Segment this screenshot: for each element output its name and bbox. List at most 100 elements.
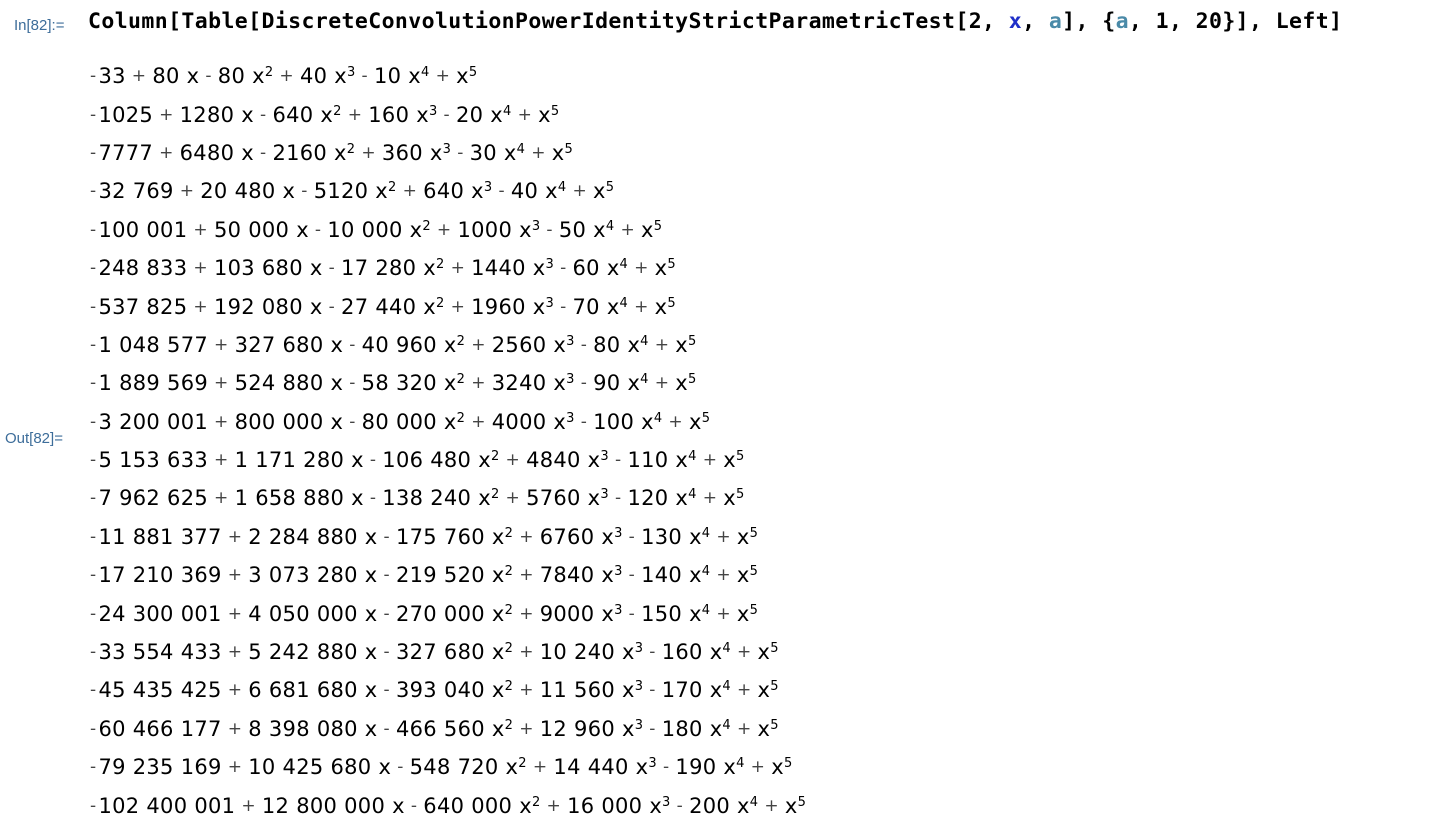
operator-sign: -	[301, 181, 308, 202]
polynomial-term: 12 960 x3	[539, 716, 644, 741]
operator-sign: -	[498, 181, 505, 202]
polynomial-term: 160 x3	[368, 102, 438, 127]
polynomial-term: 79 235 169	[98, 755, 222, 780]
polynomial-term: x5	[654, 294, 676, 319]
polynomial-term: 3 073 280 x	[248, 563, 378, 588]
operator-sign: +	[471, 334, 486, 355]
operator-sign: +	[347, 104, 363, 125]
operator-sign: -	[328, 296, 336, 317]
polynomial-term: 40 960 x2	[361, 332, 466, 357]
polynomial-term: 70 x4	[572, 294, 629, 319]
polynomial-term: 138 240 x2	[382, 486, 500, 511]
output-column[interactable]: -33 +80 x -80 x2 +40 x3-10 x4 + x5-1025 +1280 …	[90, 57, 806, 825]
operator-sign: +	[546, 795, 562, 816]
polynomial-term: 180 x4	[661, 716, 731, 741]
polynomial-term: x5	[723, 448, 745, 473]
polynomial-term: 12 800 000 x	[261, 793, 405, 818]
polynomial-term: 1 889 569	[98, 371, 209, 396]
operator-sign: -	[361, 66, 368, 87]
polynomial-term: 3 200 001	[98, 409, 209, 434]
operator-sign: +	[505, 488, 521, 509]
operator-sign: -	[90, 219, 97, 240]
operator-sign: +	[634, 258, 649, 279]
polynomial-term: 327 680 x	[234, 332, 344, 357]
polynomial-term: 548 720 x2	[409, 755, 527, 780]
input-text-part1: Column[Table[DiscreteConvolutionPowerIde…	[88, 9, 1009, 34]
operator-sign: -	[580, 373, 588, 394]
operator-sign: +	[436, 219, 452, 240]
operator-sign: +	[193, 258, 208, 279]
operator-sign: +	[519, 565, 534, 586]
polynomial-term: 1025	[98, 102, 154, 127]
operator-sign: +	[450, 296, 466, 317]
polynomial-term: 640 x2	[272, 102, 342, 127]
polynomial-term: 17 280 x2	[341, 256, 445, 281]
operator-sign: -	[615, 488, 622, 509]
polynomial-term: 80 x	[152, 64, 200, 89]
polynomial-term: 7 962 625	[98, 486, 209, 511]
operator-sign: -	[90, 718, 97, 739]
operator-sign: -	[90, 526, 97, 547]
input-text-part3: ], {	[1062, 9, 1116, 34]
polynomial-term: 40 x4	[510, 179, 567, 204]
operator-sign: -	[205, 66, 212, 87]
operator-sign: +	[159, 142, 174, 163]
operator-sign: -	[457, 142, 464, 163]
polynomial-term: 190 x4	[675, 755, 745, 780]
polynomial-term: 1960 x3	[471, 294, 555, 319]
polynomial-term: 120 x4	[627, 486, 697, 511]
output-row: -5 153 633 +1 171 280 x -106 480 x2 +4840 x…	[90, 441, 806, 479]
operator-sign: -	[90, 488, 97, 509]
polynomial-term: 1280 x	[179, 102, 254, 127]
operator-sign: -	[328, 258, 336, 279]
polynomial-term: 1 048 577	[98, 332, 209, 357]
polynomial-term: 17 210 369	[98, 563, 222, 588]
polynomial-term: 537 825	[98, 294, 188, 319]
polynomial-term: 466 560 x2	[395, 716, 514, 741]
polynomial-term: 175 760 x2	[395, 524, 514, 549]
operator-sign: -	[580, 411, 588, 432]
output-row: -100 001 +50 000 x -10 000 x2 +1000 x3-50 x…	[90, 211, 806, 249]
output-row: -79 235 169 +10 425 680 x -548 720 x2 +14 4…	[90, 748, 806, 786]
operator-sign: +	[716, 526, 731, 547]
operator-sign: -	[397, 757, 404, 778]
operator-sign: -	[383, 603, 390, 624]
input-expression[interactable]: Column[Table[DiscreteConvolutionPowerIde…	[88, 9, 1342, 34]
polynomial-term: x5	[757, 640, 779, 665]
operator-sign: +	[519, 642, 534, 663]
operator-sign: -	[369, 488, 377, 509]
polynomial-term: 33	[98, 64, 126, 89]
operator-sign: +	[737, 718, 752, 739]
polynomial-term: x5	[456, 64, 478, 89]
operator-sign: -	[628, 603, 636, 624]
polynomial-term: x5	[551, 140, 574, 165]
polynomial-term: 2 284 880 x	[248, 524, 378, 549]
polynomial-term: 16 000 x3	[567, 793, 671, 818]
polynomial-term: 100 001	[98, 217, 188, 242]
output-row: -32 769 +20 480 x -5120 x2 +640 x3-40 x4 + x5	[90, 172, 806, 210]
input-variable-a: a	[1048, 9, 1063, 34]
operator-sign: -	[383, 718, 390, 739]
output-row: -33 554 433 +5 242 880 x -327 680 x2 +10 24…	[90, 633, 806, 671]
operator-sign: +	[227, 603, 243, 624]
polynomial-term: x5	[736, 563, 759, 588]
output-row: -60 466 177 +8 398 080 x -466 560 x2 +12 96…	[90, 710, 806, 748]
operator-sign: +	[750, 757, 766, 778]
operator-sign: -	[90, 181, 97, 202]
operator-sign: -	[369, 450, 377, 471]
operator-sign: -	[90, 565, 97, 586]
polynomial-term: x5	[688, 409, 711, 434]
polynomial-term: 4 050 000 x	[248, 601, 378, 626]
polynomial-term: 50 000 x	[213, 217, 309, 242]
polynomial-term: x5	[723, 486, 745, 511]
operator-sign: +	[435, 66, 451, 87]
polynomial-term: 80 000 x2	[361, 409, 466, 434]
operator-sign: -	[90, 142, 97, 163]
operator-sign: +	[716, 603, 731, 624]
polynomial-term: 58 320 x2	[361, 371, 466, 396]
polynomial-term: 4840 x3	[526, 448, 609, 473]
polynomial-term: 4000 x3	[491, 409, 575, 434]
operator-sign: -	[349, 373, 356, 394]
operator-sign: -	[580, 334, 588, 355]
polynomial-term: 100 x4	[593, 409, 663, 434]
